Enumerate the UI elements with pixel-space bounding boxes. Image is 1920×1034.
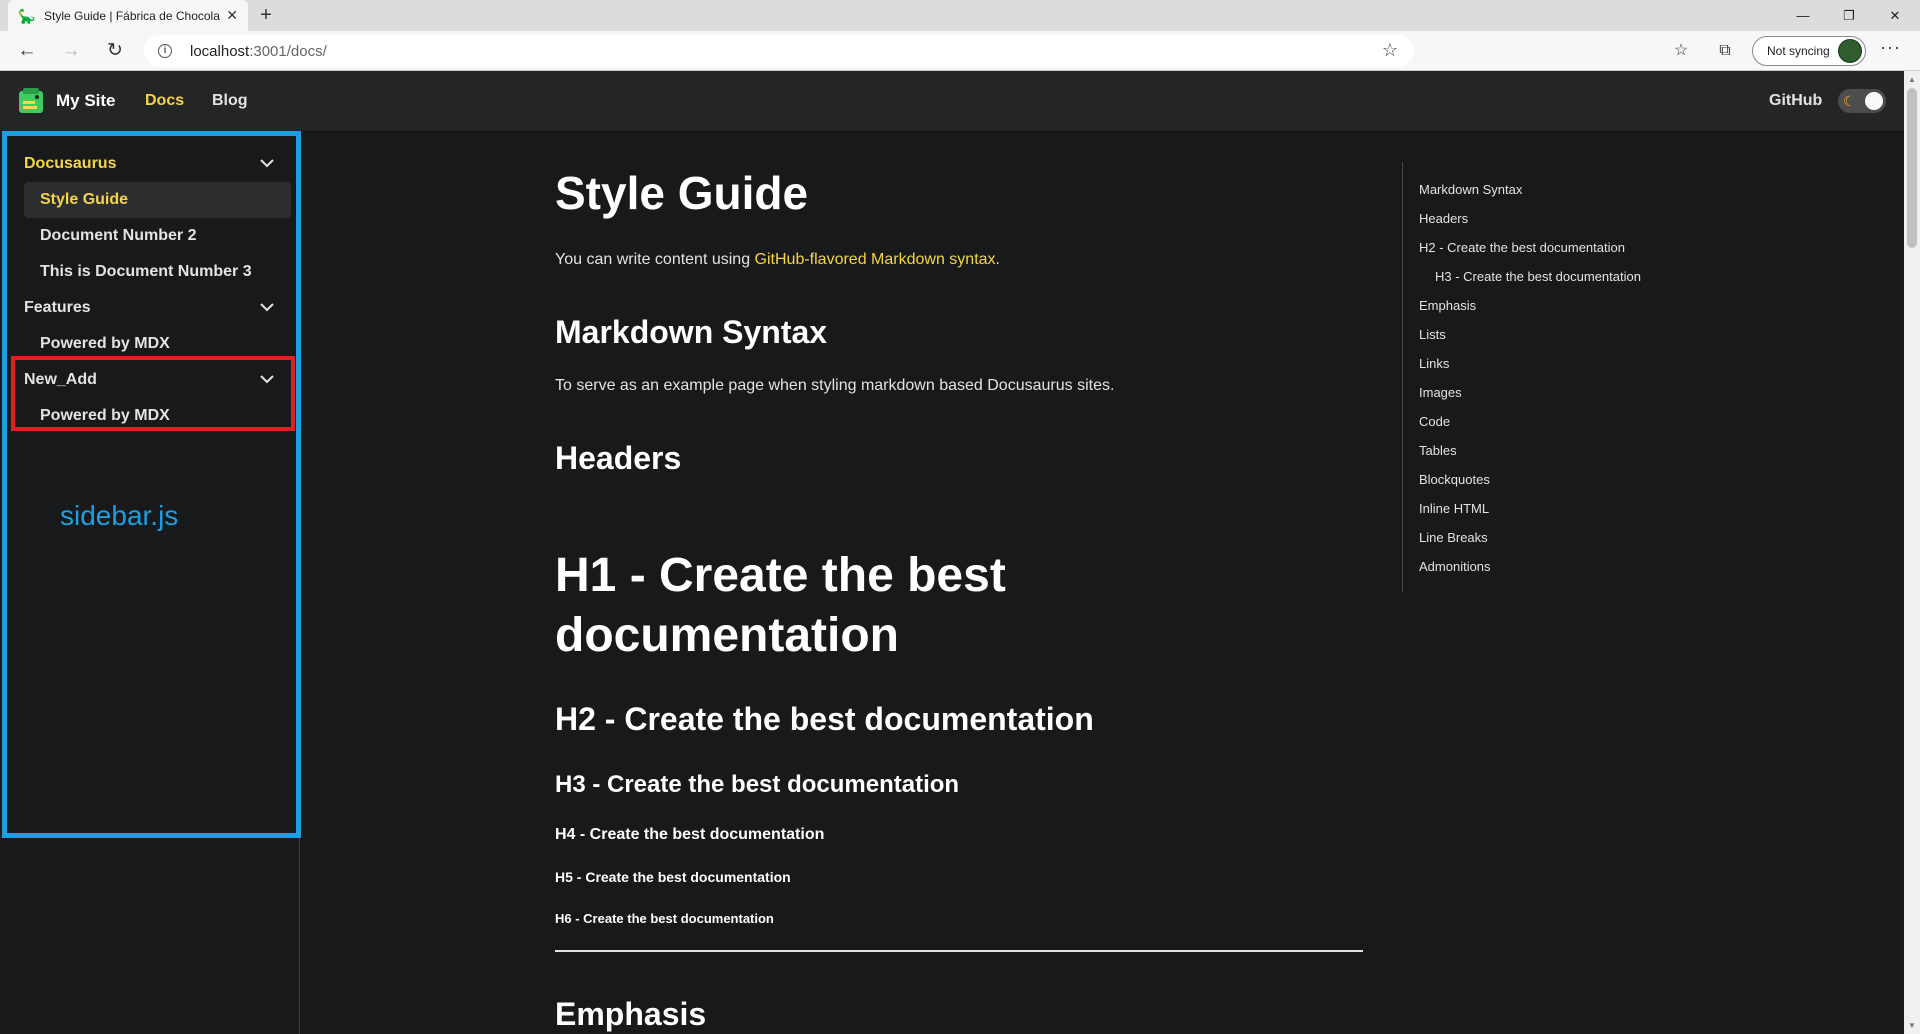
toc-link-line-breaks[interactable]: Line Breaks: [1419, 530, 1488, 545]
toc-link-code[interactable]: Code: [1419, 414, 1450, 429]
sync-label: Not syncing: [1767, 44, 1830, 58]
scroll-up-arrow-icon[interactable]: ▲: [1908, 75, 1916, 84]
toc-link-lists[interactable]: Lists: [1419, 327, 1446, 342]
heading-h4-example: H4 - Create the best documentation: [555, 826, 825, 843]
toc-link-links[interactable]: Links: [1419, 356, 1449, 371]
favorites-icon[interactable]: ☆: [1668, 39, 1694, 63]
toc-link-tables[interactable]: Tables: [1419, 443, 1457, 458]
toc-link-headers[interactable]: Headers: [1419, 211, 1468, 226]
toc-link-emphasis[interactable]: Emphasis: [1419, 298, 1476, 313]
more-icon[interactable]: ···: [1880, 37, 1901, 58]
table-of-contents: Markdown Syntax Headers H2 - Create the …: [1402, 162, 1702, 592]
heading-h5-example: H5 - Create the best documentation: [555, 869, 791, 885]
info-icon[interactable]: i: [158, 44, 172, 58]
heading-h2-example: H2 - Create the best documentation: [555, 701, 1094, 737]
nav-blog-link[interactable]: Blog: [212, 71, 248, 131]
star-icon[interactable]: ☆: [1382, 40, 1398, 61]
site-navbar: My Site Docs Blog GitHub ☾: [0, 71, 1904, 131]
markdown-syntax-link[interactable]: GitHub-flavored Markdown syntax: [755, 251, 996, 268]
sidebar-annotation-caption: sidebar.js: [60, 500, 179, 531]
close-window-button[interactable]: ✕: [1872, 0, 1918, 31]
close-tab-icon[interactable]: ✕: [226, 7, 238, 24]
sidebar-annotation-frame: [2, 131, 301, 838]
page-title: Style Guide: [555, 167, 809, 219]
page-scrollbar[interactable]: ▲ ▼: [1904, 71, 1920, 1034]
toc-link-admonitions[interactable]: Admonitions: [1419, 559, 1491, 574]
browser-tab[interactable]: 🦕 Style Guide | Fábrica de Chocolat ✕: [8, 0, 248, 31]
minimize-button[interactable]: —: [1780, 0, 1826, 31]
dinosaur-favicon-icon: 🦕: [18, 7, 36, 24]
toc-link-images[interactable]: Images: [1419, 385, 1462, 400]
nav-github-link[interactable]: GitHub: [1769, 71, 1822, 131]
horizontal-rule: [555, 950, 1363, 952]
tab-title: Style Guide | Fábrica de Chocolat: [44, 8, 221, 23]
collections-icon[interactable]: ⧉: [1712, 39, 1738, 63]
markdown-syntax-paragraph: To serve as an example page when styling…: [555, 377, 1115, 394]
address-bar[interactable]: i localhost:3001/docs/ ☆: [144, 35, 1414, 67]
site-brand[interactable]: My Site: [56, 71, 116, 131]
heading-emphasis: Emphasis: [555, 996, 707, 1032]
toggle-knob: [1865, 92, 1883, 110]
address-toolbar: ← → ↻ i localhost:3001/docs/ ☆ ☆ ⧉ Not s…: [0, 31, 1920, 71]
heading-headers: Headers: [555, 440, 682, 476]
dark-mode-toggle[interactable]: ☾: [1838, 89, 1886, 113]
heading-h3-example: H3 - Create the best documentation: [555, 771, 960, 798]
back-icon[interactable]: ←: [12, 37, 42, 65]
url-text[interactable]: localhost:3001/docs/: [190, 43, 327, 60]
heading-markdown-syntax: Markdown Syntax: [555, 314, 828, 350]
avatar: [1838, 39, 1862, 63]
new-category-highlight: [11, 356, 295, 431]
browser-tab-strip: 🦕 Style Guide | Fábrica de Chocolat ✕ + …: [0, 0, 1920, 31]
scroll-down-arrow-icon[interactable]: ▼: [1908, 1021, 1916, 1030]
nav-docs-link[interactable]: Docs: [145, 71, 184, 131]
moon-icon: ☾: [1843, 93, 1856, 109]
new-tab-button[interactable]: +: [254, 3, 278, 27]
profile-sync-button[interactable]: Not syncing: [1752, 36, 1866, 66]
toc-link-markdown-syntax[interactable]: Markdown Syntax: [1419, 182, 1522, 197]
scrollbar-thumb[interactable]: [1907, 88, 1917, 248]
docusaurus-logo-icon[interactable]: [17, 87, 47, 115]
restore-button[interactable]: ❐: [1826, 0, 1872, 31]
toc-link-h2[interactable]: H2 - Create the best documentation: [1419, 240, 1625, 255]
toc-link-h3[interactable]: H3 - Create the best documentation: [1435, 269, 1641, 284]
heading-h6-example: H6 - Create the best documentation: [555, 911, 774, 926]
reload-icon[interactable]: ↻: [100, 37, 130, 65]
toc-link-blockquotes[interactable]: Blockquotes: [1419, 472, 1490, 487]
toc-link-inline-html[interactable]: Inline HTML: [1419, 501, 1489, 516]
forward-icon[interactable]: →: [56, 37, 86, 65]
heading-h1-example: H1 - Create the best documentation: [555, 549, 1006, 662]
intro-paragraph: You can write content using GitHub-flavo…: [555, 251, 1000, 268]
